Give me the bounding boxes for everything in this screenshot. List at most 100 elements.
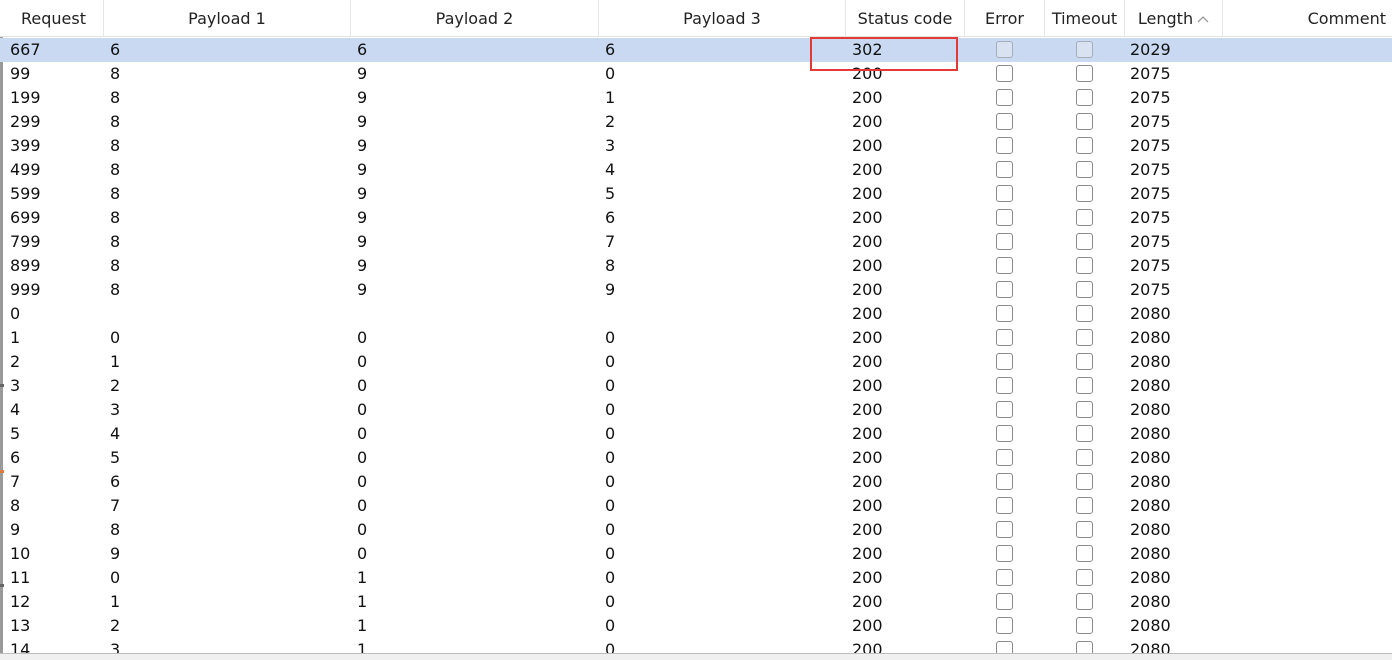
error-checkbox[interactable]: [996, 41, 1013, 58]
error-checkbox[interactable]: [996, 497, 1013, 514]
cell-status-code: 200: [852, 424, 883, 443]
table-row[interactable]: 13 2 1 0 200 2080: [0, 614, 1392, 638]
table-row[interactable]: 699 8 9 6 200 2075: [0, 206, 1392, 230]
timeout-checkbox[interactable]: [1076, 137, 1093, 154]
error-checkbox[interactable]: [996, 233, 1013, 250]
cell-comment: [1230, 350, 1390, 374]
table-row[interactable]: 3 2 0 0 200 2080: [0, 374, 1392, 398]
error-checkbox[interactable]: [996, 401, 1013, 418]
cell-payload-2: 1: [357, 592, 368, 611]
timeout-checkbox[interactable]: [1076, 569, 1093, 586]
table-row[interactable]: 10 9 0 0 200 2080: [0, 542, 1392, 566]
table-row[interactable]: 4 3 0 0 200 2080: [0, 398, 1392, 422]
timeout-checkbox[interactable]: [1076, 89, 1093, 106]
table-row[interactable]: 8 7 0 0 200 2080: [0, 494, 1392, 518]
column-header-payload-2[interactable]: Payload 2: [351, 0, 599, 37]
timeout-checkbox[interactable]: [1076, 593, 1093, 610]
table-row[interactable]: 667 6 6 6 302 2029: [0, 38, 1392, 62]
timeout-checkbox[interactable]: [1076, 401, 1093, 418]
cell-payload-3: 0: [605, 592, 616, 611]
timeout-checkbox[interactable]: [1076, 545, 1093, 562]
table-row[interactable]: 0 200 2080: [0, 302, 1392, 326]
error-checkbox[interactable]: [996, 185, 1013, 202]
timeout-checkbox[interactable]: [1076, 41, 1093, 58]
table-row[interactable]: 899 8 9 8 200 2075: [0, 254, 1392, 278]
timeout-checkbox[interactable]: [1076, 353, 1093, 370]
error-checkbox[interactable]: [996, 449, 1013, 466]
column-header-comment[interactable]: Comment: [1223, 0, 1392, 37]
column-header-length[interactable]: Length: [1125, 0, 1223, 37]
table-row[interactable]: 1 0 0 0 200 2080: [0, 326, 1392, 350]
timeout-checkbox[interactable]: [1076, 617, 1093, 634]
timeout-checkbox[interactable]: [1076, 521, 1093, 538]
column-header-timeout[interactable]: Timeout: [1045, 0, 1125, 37]
error-checkbox[interactable]: [996, 569, 1013, 586]
error-checkbox[interactable]: [996, 545, 1013, 562]
error-checkbox[interactable]: [996, 617, 1013, 634]
cell-payload-3: 4: [605, 160, 616, 179]
timeout-checkbox[interactable]: [1076, 65, 1093, 82]
cell-payload-1: 1: [110, 352, 121, 371]
error-checkbox[interactable]: [996, 353, 1013, 370]
timeout-checkbox[interactable]: [1076, 329, 1093, 346]
table-row[interactable]: 5 4 0 0 200 2080: [0, 422, 1392, 446]
error-checkbox[interactable]: [996, 593, 1013, 610]
cell-payload-1: 8: [110, 256, 121, 275]
timeout-checkbox[interactable]: [1076, 209, 1093, 226]
error-checkbox[interactable]: [996, 473, 1013, 490]
timeout-checkbox[interactable]: [1076, 497, 1093, 514]
timeout-checkbox[interactable]: [1076, 281, 1093, 298]
error-checkbox[interactable]: [996, 521, 1013, 538]
timeout-checkbox[interactable]: [1076, 257, 1093, 274]
table-row[interactable]: 7 6 0 0 200 2080: [0, 470, 1392, 494]
timeout-checkbox[interactable]: [1076, 473, 1093, 490]
timeout-checkbox[interactable]: [1076, 305, 1093, 322]
error-checkbox[interactable]: [996, 209, 1013, 226]
cell-status-code: 200: [852, 256, 883, 275]
error-checkbox[interactable]: [996, 281, 1013, 298]
timeout-checkbox[interactable]: [1076, 449, 1093, 466]
column-header-status-code[interactable]: Status code: [846, 0, 965, 37]
table-row[interactable]: 799 8 9 7 200 2075: [0, 230, 1392, 254]
column-header-request[interactable]: Request: [4, 0, 104, 37]
column-header-payload-1[interactable]: Payload 1: [104, 0, 351, 37]
table-row[interactable]: 599 8 9 5 200 2075: [0, 182, 1392, 206]
error-checkbox[interactable]: [996, 65, 1013, 82]
error-checkbox[interactable]: [996, 257, 1013, 274]
column-header-error[interactable]: Error: [965, 0, 1045, 37]
timeout-checkbox[interactable]: [1076, 233, 1093, 250]
horizontal-scrollbar[interactable]: [0, 653, 1392, 660]
error-checkbox[interactable]: [996, 161, 1013, 178]
table-row[interactable]: 12 1 1 0 200 2080: [0, 590, 1392, 614]
table-row[interactable]: 499 8 9 4 200 2075: [0, 158, 1392, 182]
table-row[interactable]: 2 1 0 0 200 2080: [0, 350, 1392, 374]
table-row[interactable]: 11 0 1 0 200 2080: [0, 566, 1392, 590]
error-checkbox[interactable]: [996, 329, 1013, 346]
table-row[interactable]: 6 5 0 0 200 2080: [0, 446, 1392, 470]
table-row[interactable]: 9 8 0 0 200 2080: [0, 518, 1392, 542]
timeout-checkbox[interactable]: [1076, 425, 1093, 442]
timeout-checkbox[interactable]: [1076, 185, 1093, 202]
cell-length: 2075: [1130, 136, 1171, 155]
error-checkbox[interactable]: [996, 305, 1013, 322]
table-row[interactable]: 99 8 9 0 200 2075: [0, 62, 1392, 86]
error-checkbox[interactable]: [996, 137, 1013, 154]
cell-length: 2080: [1130, 592, 1171, 611]
timeout-checkbox[interactable]: [1076, 161, 1093, 178]
cell-payload-3: 0: [605, 64, 616, 83]
cell-length: 2080: [1130, 496, 1171, 515]
table-row[interactable]: 399 8 9 3 200 2075: [0, 134, 1392, 158]
column-header-payload-3[interactable]: Payload 3: [599, 0, 846, 37]
error-checkbox[interactable]: [996, 377, 1013, 394]
error-checkbox[interactable]: [996, 89, 1013, 106]
table-row[interactable]: 199 8 9 1 200 2075: [0, 86, 1392, 110]
cell-length: 2075: [1130, 112, 1171, 131]
error-checkbox[interactable]: [996, 113, 1013, 130]
table-row[interactable]: 999 8 9 9 200 2075: [0, 278, 1392, 302]
timeout-checkbox[interactable]: [1076, 113, 1093, 130]
table-row[interactable]: 299 8 9 2 200 2075: [0, 110, 1392, 134]
cell-comment: [1230, 86, 1390, 110]
timeout-checkbox[interactable]: [1076, 377, 1093, 394]
column-header-label: Status code: [857, 9, 953, 28]
error-checkbox[interactable]: [996, 425, 1013, 442]
